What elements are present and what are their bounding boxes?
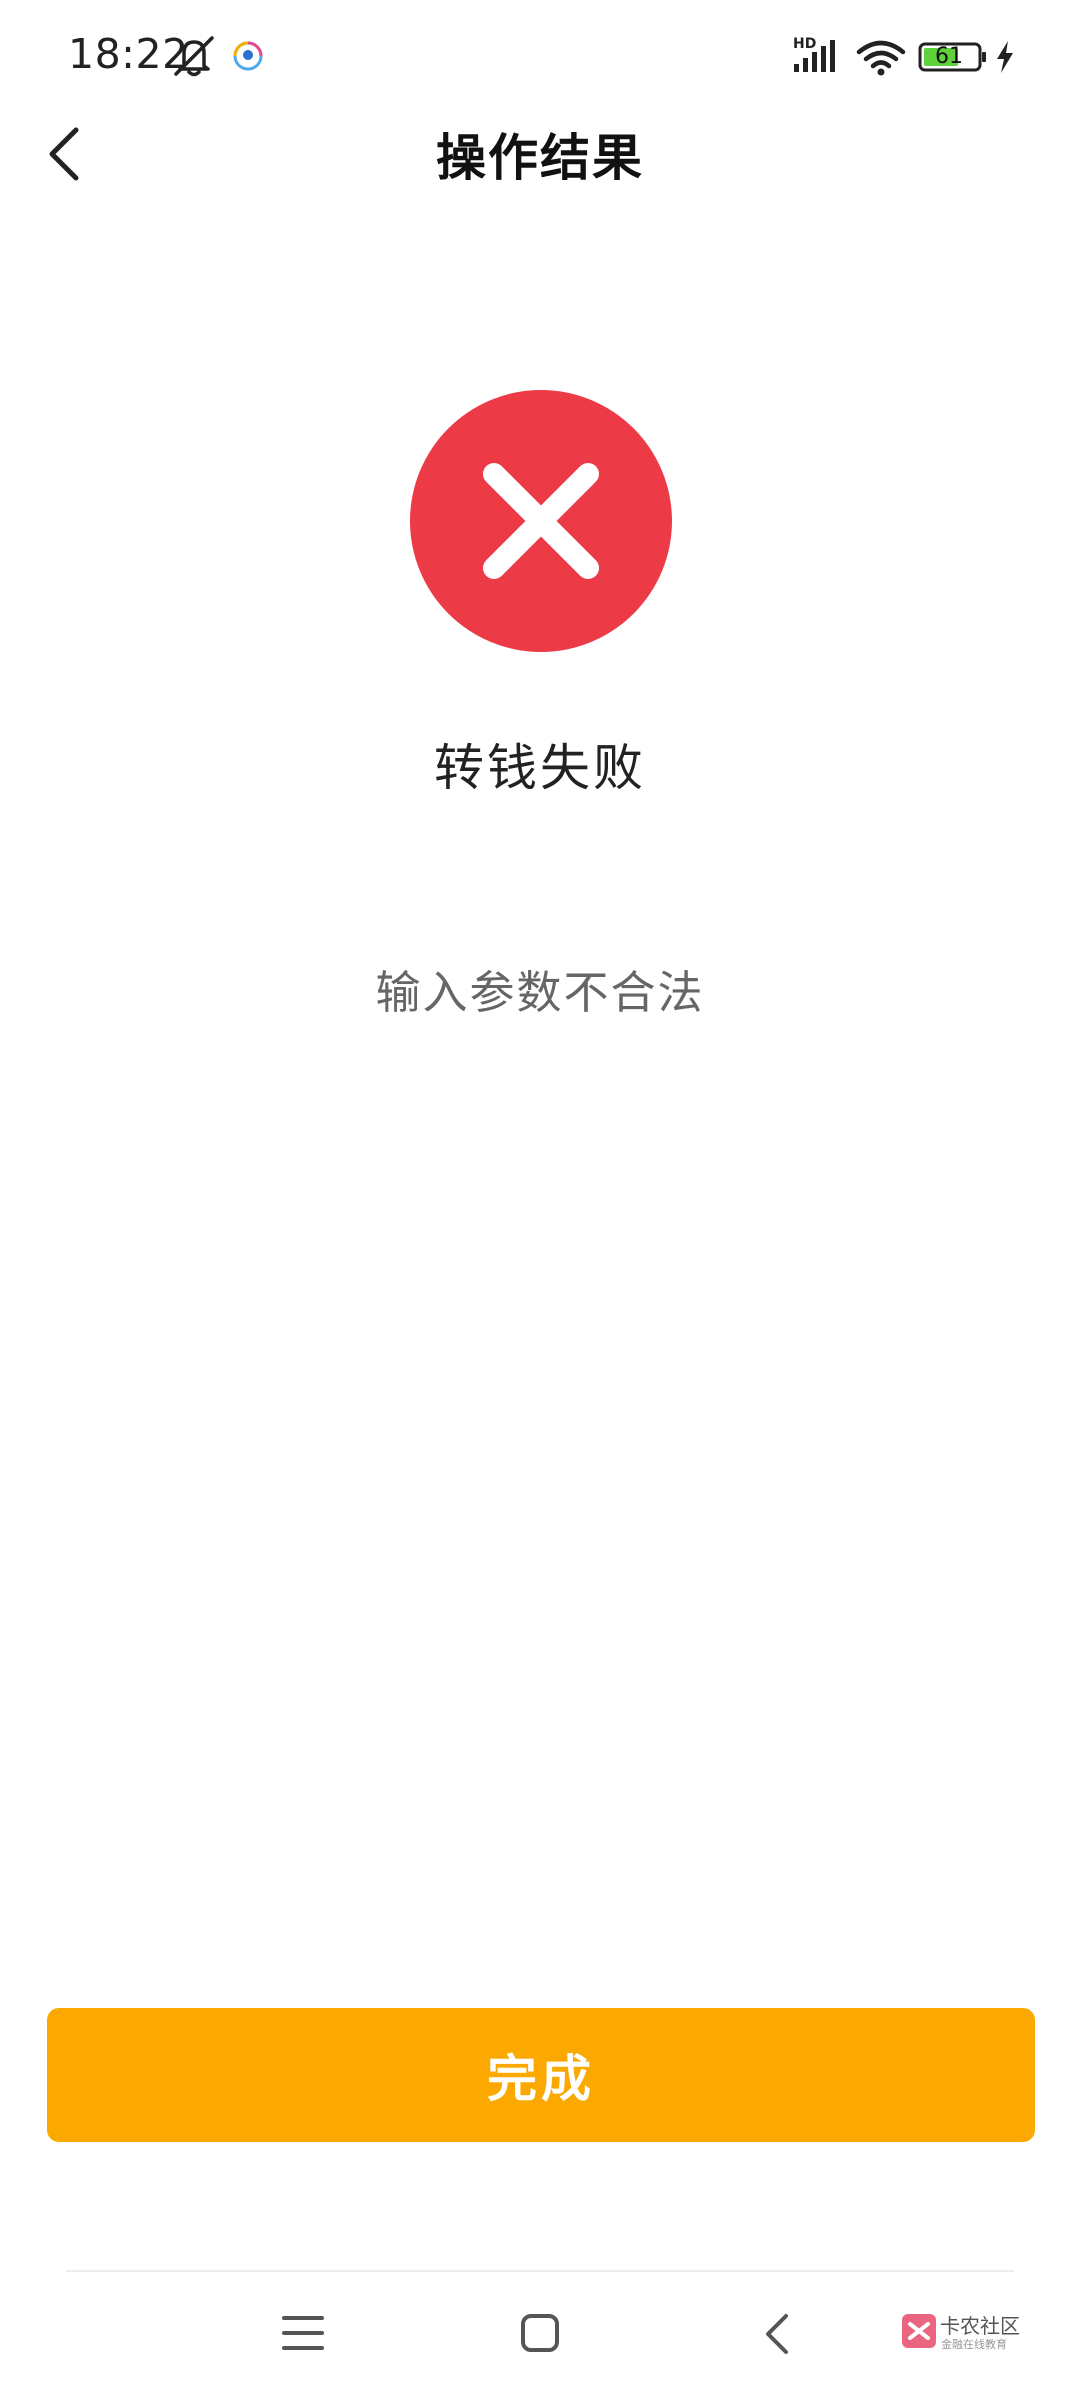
result-message: 输入参数不合法 [375, 966, 705, 1019]
home-icon[interactable] [520, 2312, 560, 2354]
signal-icon [794, 40, 835, 72]
page-title: 操作结果 [436, 129, 644, 187]
result-title: 转钱失败 [434, 739, 646, 797]
nav-divider [66, 2270, 1014, 2272]
status-bar: 18:22 HD 61 [0, 0, 1080, 118]
wifi-icon [856, 40, 906, 76]
watermark-tagline: 金融在线教育 [941, 2338, 1007, 2351]
watermark-name: 卡农社区 [940, 2314, 1020, 2338]
charging-icon [997, 41, 1013, 73]
back-icon[interactable] [764, 2312, 790, 2356]
app-notification-icon [233, 41, 263, 71]
bell-off-icon [174, 36, 214, 77]
done-button[interactable]: 完成 [47, 2008, 1035, 2142]
menu-icon[interactable] [282, 2310, 324, 2356]
battery-level: 61 [935, 44, 963, 69]
watermark-logo-icon [902, 2314, 936, 2348]
close-circle-icon [410, 390, 672, 652]
